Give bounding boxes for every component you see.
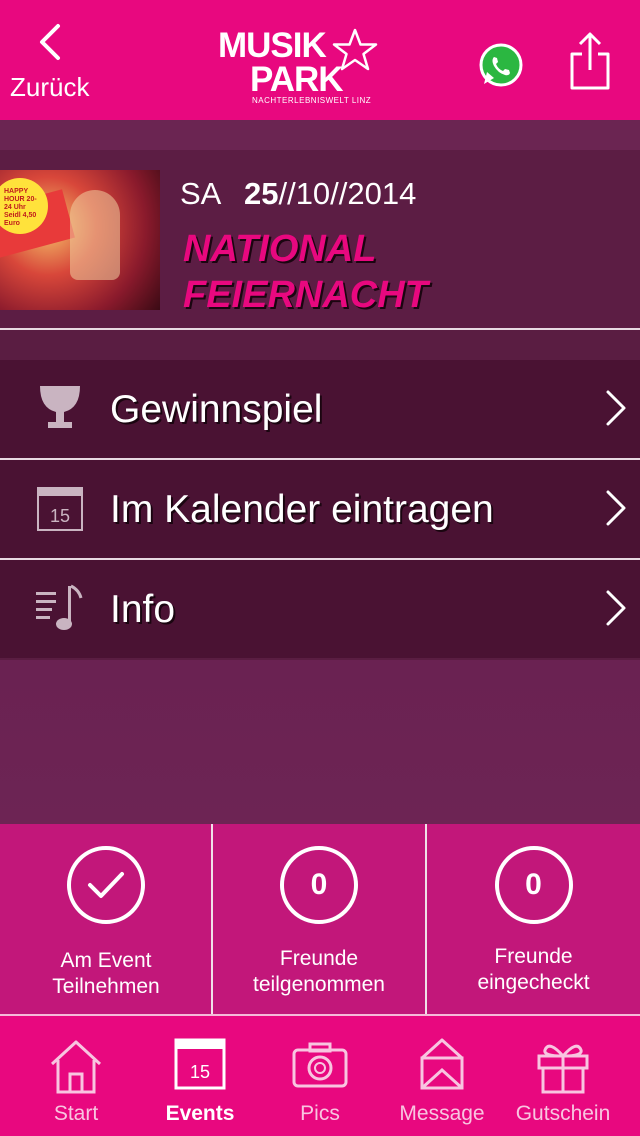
chevron-right-icon — [606, 490, 626, 526]
friends-checked-in-count: 0 — [494, 846, 573, 924]
event-title: NATIONAL FEIERNACHT — [183, 226, 623, 318]
tab-message[interactable]: Message — [378, 1016, 506, 1136]
share-icon[interactable] — [568, 30, 612, 92]
stat-label: Am Event Teilnehmen — [0, 948, 212, 1000]
event-title-line2: FEIERNACHT — [183, 274, 428, 316]
calendar-icon-text: 15 — [50, 506, 70, 526]
tab-label: Events — [165, 1102, 235, 1125]
envelope-icon — [420, 1038, 464, 1090]
event-header: HAPPY HOUR 20-24 Uhr Seidl 4,50 Euro SA … — [0, 150, 640, 330]
header-bar: Zurück MUSIK PARK NACHTERLEBNISWELT LINZ — [0, 0, 640, 120]
whatsapp-icon[interactable] — [478, 42, 524, 88]
chevron-right-icon — [606, 390, 626, 426]
calendar-icon: 15 — [174, 1038, 226, 1090]
friends-checked-in-stat[interactable]: 0 Freunde eingecheckt — [427, 824, 640, 1014]
logo-line2: PARK — [250, 60, 344, 99]
back-label: Zurück — [10, 72, 90, 102]
tab-pics[interactable]: Pics — [256, 1016, 384, 1136]
event-thumbnail[interactable]: HAPPY HOUR 20-24 Uhr Seidl 4,50 Euro — [0, 170, 160, 310]
menu-item-label: Im Kalender eintragen — [110, 488, 494, 531]
menu-item-kalender[interactable]: 15 Im Kalender eintragen — [0, 460, 640, 558]
stat-label: Freunde eingecheckt — [427, 944, 640, 996]
event-title-line1: NATIONAL — [183, 228, 377, 270]
logo-line1: MUSIK — [218, 26, 327, 65]
menu-item-label: Info — [110, 588, 176, 631]
header-shadow-band — [0, 120, 640, 150]
chevron-right-icon — [606, 590, 626, 626]
friends-attended-count: 0 — [280, 846, 358, 924]
tab-label: Start — [53, 1102, 99, 1125]
menu-item-gewinnspiel[interactable]: Gewinnspiel — [0, 360, 640, 458]
event-stats: Am Event Teilnehmen 0 Freunde teilgenomm… — [0, 824, 640, 1014]
gift-icon — [537, 1044, 589, 1094]
tab-events[interactable]: 15 Events — [136, 1016, 264, 1136]
stat-label-line2: eingecheckt — [477, 971, 590, 994]
stat-label-line2: Teilnehmen — [52, 975, 160, 998]
tab-label: Message — [399, 1102, 485, 1125]
stat-circle — [67, 846, 145, 924]
attend-event-button[interactable]: Am Event Teilnehmen — [0, 824, 212, 1014]
music-note-icon — [36, 584, 83, 630]
thumbnail-dancer — [70, 190, 120, 280]
event-month-year: //10//2014 — [278, 176, 417, 211]
home-icon — [50, 1040, 102, 1094]
event-day: 25 — [243, 176, 279, 211]
checkmark-icon — [88, 872, 124, 898]
tab-gutschein[interactable]: Gutschein — [499, 1016, 627, 1136]
calendar-icon: 15 — [37, 487, 83, 531]
calendar-icon-text: 15 — [190, 1062, 210, 1082]
stat-label-line1: Freunde — [494, 945, 573, 968]
menu-item-label: Gewinnspiel — [110, 388, 323, 431]
menu-item-info[interactable]: Info — [0, 560, 640, 658]
stat-label-line1: Freunde — [279, 947, 359, 970]
tab-start[interactable]: Start — [12, 1016, 140, 1136]
tab-label: Gutschein — [515, 1102, 611, 1125]
camera-icon — [292, 1042, 348, 1088]
friends-attended-stat[interactable]: 0 Freunde teilgenommen — [213, 824, 425, 1014]
event-date: SA 25//10//2014 — [180, 176, 416, 212]
stat-label-line1: Am Event — [60, 949, 152, 972]
back-button[interactable]: Zurück — [10, 20, 110, 110]
chevron-left-icon — [40, 24, 60, 60]
musikpark-logo: MUSIK PARK NACHTERLEBNISWELT LINZ — [218, 28, 388, 108]
logo-tagline: NACHTERLEBNISWELT LINZ — [252, 96, 372, 105]
trophy-icon — [40, 386, 80, 428]
tab-label: Pics — [300, 1102, 340, 1125]
divider — [0, 328, 640, 330]
stat-label: Freunde teilgenommen — [213, 946, 425, 998]
menu-spacer — [0, 331, 640, 359]
background-photo-area — [0, 660, 640, 824]
tab-bar: Start 15 Events Pics Message Gutschein — [0, 1014, 640, 1136]
stat-label-line2: teilgenommen — [253, 973, 385, 996]
event-weekday: SA — [180, 176, 222, 211]
